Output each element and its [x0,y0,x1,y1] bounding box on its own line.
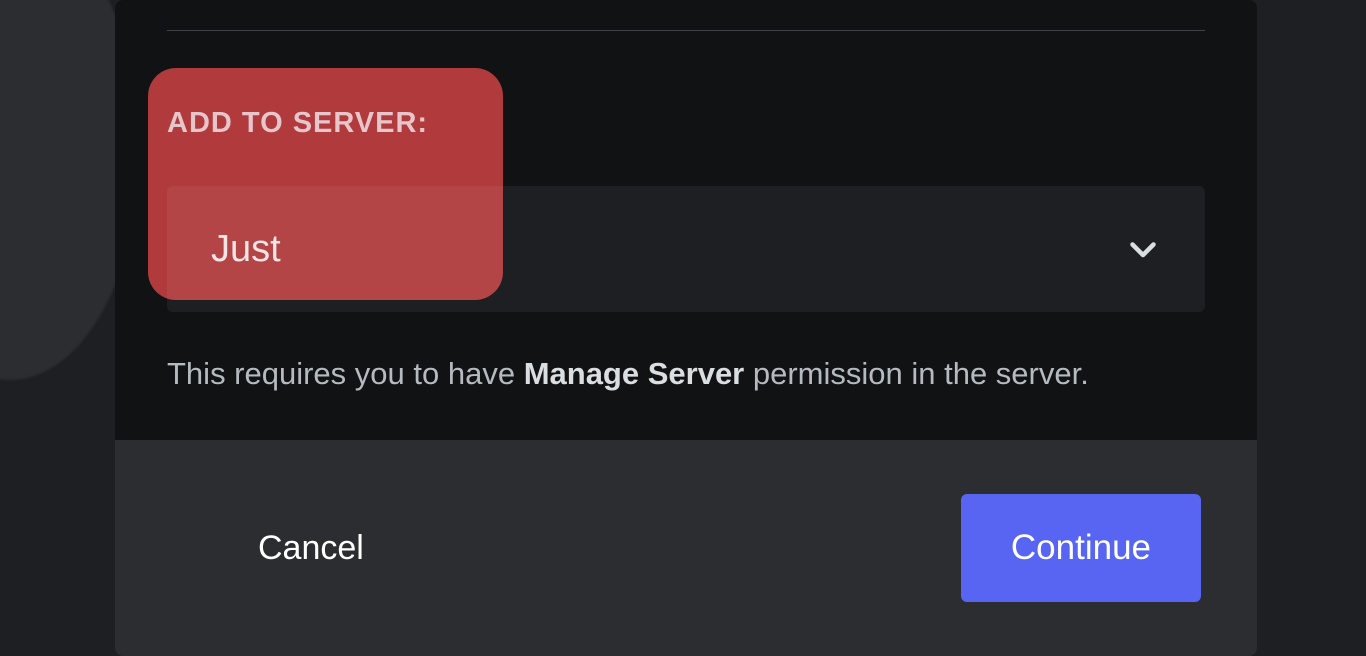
permission-name: Manage Server [524,356,745,391]
add-to-server-modal: ADD TO SERVER: Just This requires you to… [115,0,1257,656]
field-label-add-to-server: ADD TO SERVER: [167,107,1205,140]
modal-body: ADD TO SERVER: Just This requires you to… [115,0,1257,440]
chevron-down-icon [1125,231,1161,267]
permission-note-suffix: permission in the server. [744,356,1089,391]
continue-button[interactable]: Continue [961,494,1201,602]
server-select[interactable]: Just [167,186,1205,312]
modal-footer: Cancel Continue [115,440,1257,656]
divider [167,30,1205,31]
permission-note-prefix: This requires you to have [167,356,524,391]
server-select-value: Just [211,228,281,271]
permission-note: This requires you to have Manage Server … [167,354,1205,394]
cancel-button[interactable]: Cancel [250,511,372,586]
